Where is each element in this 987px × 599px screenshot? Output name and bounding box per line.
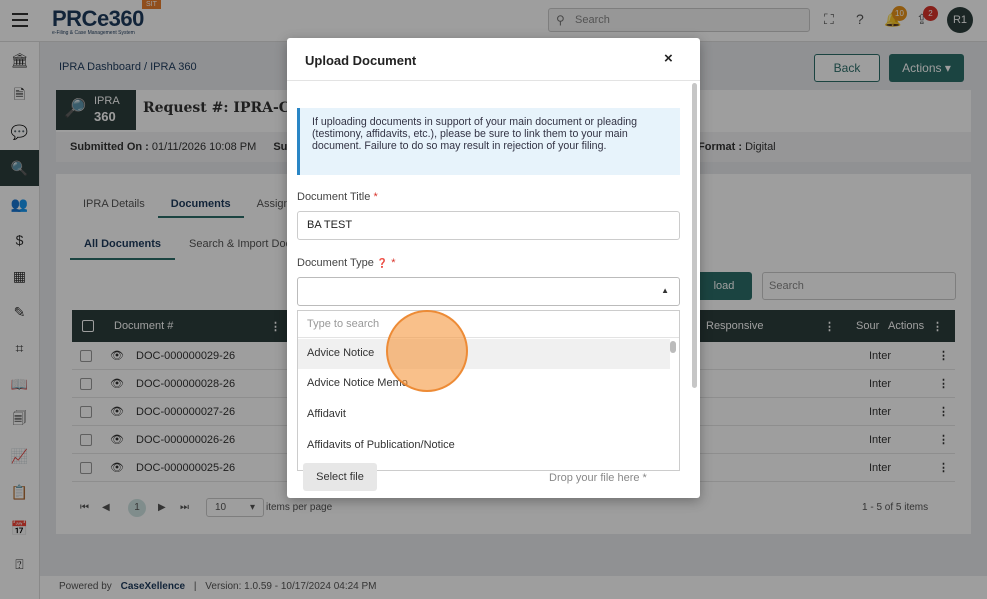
- modal-scrollbar-thumb[interactable]: [692, 83, 697, 388]
- document-type-label: Document Type ❓ *: [297, 257, 395, 269]
- help-circle-icon[interactable]: ❓: [377, 258, 388, 268]
- modal-scrollbar[interactable]: [692, 83, 697, 388]
- close-icon[interactable]: ×: [664, 50, 673, 67]
- upload-document-modal: Upload Document × If uploading documents…: [287, 38, 700, 498]
- document-type-dropdown: Type to search Advice Notice Advice Noti…: [297, 310, 680, 471]
- document-title-label: Document Title *: [297, 191, 378, 203]
- document-title-input[interactable]: BA TEST: [297, 211, 680, 240]
- drop-zone-text: Drop your file here *: [549, 472, 647, 484]
- required-mark: *: [373, 191, 378, 203]
- document-type-label-text: Document Type: [297, 257, 374, 269]
- caret-up-icon: ▲: [661, 286, 669, 295]
- dropdown-search-input[interactable]: Type to search: [298, 311, 679, 338]
- document-title-label-text: Document Title: [297, 191, 371, 203]
- required-mark: *: [391, 257, 396, 269]
- modal-title: Upload Document: [305, 53, 417, 68]
- document-type-select[interactable]: ▲: [297, 277, 680, 306]
- modal-header: Upload Document ×: [287, 38, 700, 81]
- dropdown-option[interactable]: Advice Notice Memo: [298, 369, 670, 399]
- dropdown-option[interactable]: Affidavit: [298, 400, 670, 430]
- select-file-button[interactable]: Select file: [303, 463, 377, 491]
- modal-body: If uploading documents in support of you…: [297, 81, 690, 498]
- dropdown-scrollbar[interactable]: [670, 341, 676, 353]
- dropdown-option[interactable]: Affidavits of Publication/Notice: [298, 431, 670, 461]
- info-alert: If uploading documents in support of you…: [297, 108, 680, 175]
- click-indicator: [386, 310, 468, 392]
- dropdown-option[interactable]: Advice Notice: [298, 339, 670, 369]
